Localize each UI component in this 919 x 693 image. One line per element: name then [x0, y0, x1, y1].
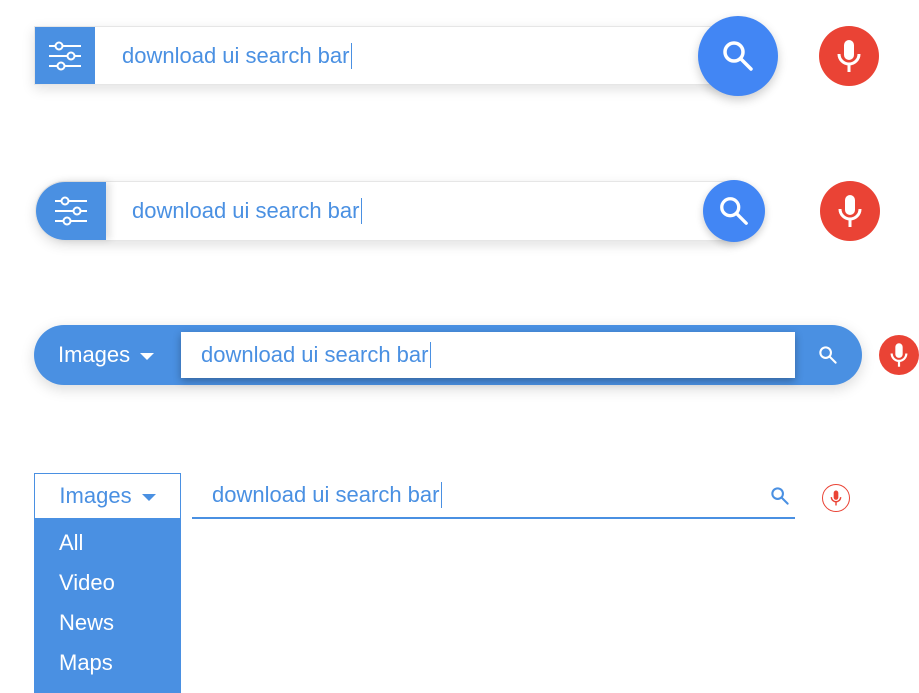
search-button[interactable]: [810, 325, 846, 385]
microphone-icon: [838, 195, 862, 227]
filter-button[interactable]: [36, 182, 106, 240]
search-bar-2: download ui search bar: [35, 181, 735, 241]
text-caret: [430, 342, 432, 368]
category-label: Images: [58, 342, 131, 367]
category-dropdown-menu: All Video News Maps: [34, 519, 181, 693]
category-dropdown[interactable]: Images: [34, 473, 181, 519]
search-query: download ui search bar: [132, 198, 360, 223]
search-bar-3: Images download ui search bar: [34, 325, 862, 385]
search-input[interactable]: download ui search bar: [192, 473, 795, 519]
caret-down-icon: [141, 494, 156, 501]
text-caret: [351, 42, 353, 69]
category-dropdown[interactable]: Images: [58, 325, 155, 385]
dropdown-option-all[interactable]: All: [59, 530, 83, 556]
search-query: download ui search bar: [201, 342, 429, 367]
sliders-icon: [55, 196, 87, 226]
dropdown-option-news[interactable]: News: [59, 610, 114, 636]
voice-search-button[interactable]: [879, 335, 919, 375]
search-icon: [720, 197, 748, 225]
dropdown-option-video[interactable]: Video: [59, 570, 115, 596]
text-caret: [441, 482, 443, 508]
dropdown-option-maps[interactable]: Maps: [59, 650, 113, 676]
search-bar-1: download ui search bar: [34, 26, 734, 85]
search-query: download ui search bar: [122, 42, 350, 68]
voice-search-button[interactable]: [822, 484, 850, 512]
voice-search-button[interactable]: [819, 26, 879, 86]
search-input[interactable]: download ui search bar: [132, 182, 363, 240]
microphone-icon: [890, 343, 908, 367]
search-icon: [819, 346, 837, 364]
microphone-outline-icon: [830, 490, 842, 506]
search-query: download ui search bar: [212, 482, 440, 507]
search-button[interactable]: [698, 16, 778, 96]
category-label: Images: [59, 483, 132, 508]
search-icon: [723, 41, 753, 71]
filter-button[interactable]: [35, 27, 95, 84]
search-input[interactable]: download ui search bar: [122, 27, 353, 84]
text-caret: [361, 198, 363, 224]
caret-down-icon: [140, 353, 155, 360]
microphone-icon: [837, 40, 861, 72]
voice-search-button[interactable]: [820, 181, 880, 241]
search-button[interactable]: [765, 481, 795, 511]
search-icon: [771, 487, 789, 505]
search-button[interactable]: [703, 180, 765, 242]
sliders-icon: [49, 41, 81, 70]
search-input[interactable]: download ui search bar: [181, 332, 795, 378]
